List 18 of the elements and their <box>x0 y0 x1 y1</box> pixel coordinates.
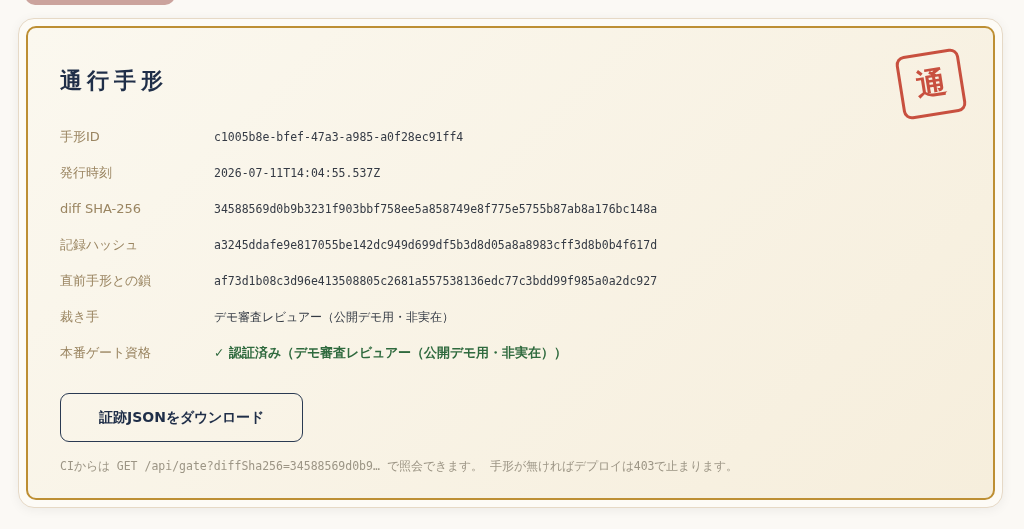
pass-title: 通行手形 <box>60 66 168 95</box>
hash-value: c1005b8e-bfef-47a3-a985-a0f28ec91ff4 <box>214 130 464 144</box>
field-label: 裁き手 <box>60 307 100 326</box>
field-label: 手形ID <box>60 127 101 146</box>
hash-value: 2026-07-11T14:04:55.537Z <box>214 166 381 180</box>
field-label: 発行時刻 <box>60 163 113 182</box>
field-label: diff SHA-256 <box>60 199 143 218</box>
status-value: ✓ 認証済み（デモ審査レビュアー（公開デモ用・非実在）） <box>214 345 567 360</box>
footnote-text: CIからは GET /api/gate?diffSha256=34588569d0b9… で照会できます。 手形が無ければデプロイは403で止まります。 <box>60 459 739 474</box>
field-label: 本番ゲート資格 <box>60 343 152 362</box>
field-label: 記録ハッシュ <box>60 235 139 254</box>
hash-value: af73d1b08c3d96e413508805c2681a557538136edc77c3bdd99f985a0a2dc927 <box>214 274 658 288</box>
hash-value: a3245ddafe9e817055be142dc949d699df5b3d8d05a8a8983cff3d8b0b4f617d <box>214 238 658 252</box>
hash-value: 34588569d0b9b3231f903bbf758ee5a858749e8f775e5755b87ab8a176bc148a <box>214 202 658 216</box>
field-value: デモ審査レビュアー（公開デモ用・非実在） <box>214 310 454 324</box>
download-button[interactable]: 証跡JSONをダウンロード <box>60 393 303 442</box>
field-label: 直前手形との鎖 <box>60 271 152 290</box>
seal-stamp: 通 <box>894 47 968 121</box>
